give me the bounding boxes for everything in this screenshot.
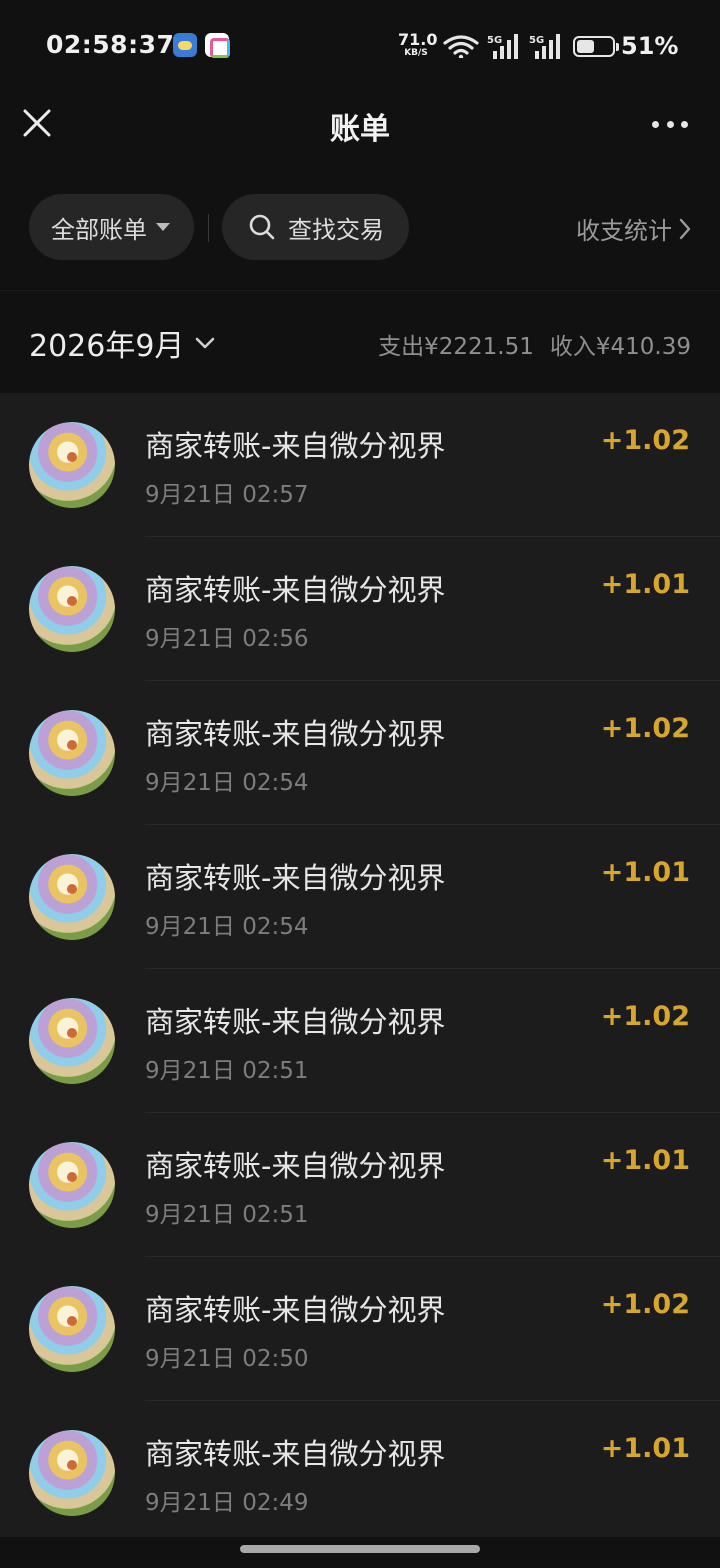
transaction-amount: +1.02 <box>600 425 690 456</box>
merchant-avatar <box>29 422 115 508</box>
status-time: 02:58:37 <box>46 30 175 59</box>
month-label: 2026年9月 <box>29 329 185 364</box>
all-bills-dropdown[interactable]: 全部账单 <box>29 194 194 260</box>
more-icon-dot <box>681 120 688 128</box>
income-expense-stats-link[interactable]: 收支统计 <box>576 211 692 246</box>
transaction-time: 9月21日 02:50 <box>145 1346 309 1372</box>
month-header: 2026年9月 支出¥2221.51 收入¥410.39 <box>0 290 720 393</box>
wifi-icon <box>443 35 479 58</box>
transaction-time: 9月21日 02:54 <box>145 770 309 796</box>
transaction-item[interactable]: 商家转账-来自微分视界 9月21日 02:51 +1.01 <box>0 1113 720 1257</box>
transaction-time: 9月21日 02:51 <box>145 1058 309 1084</box>
merchant-avatar <box>29 998 115 1084</box>
transaction-item[interactable]: 商家转账-来自微分视界 9月21日 02:57 +1.02 <box>0 393 720 537</box>
merchant-avatar <box>29 854 115 940</box>
month-selector[interactable]: 2026年9月 <box>29 321 216 365</box>
search-icon <box>249 214 275 240</box>
transaction-time: 9月21日 02:56 <box>145 626 309 652</box>
search-transactions-button[interactable]: 查找交易 <box>222 194 409 260</box>
transaction-list: 商家转账-来自微分视界 9月21日 02:57 +1.02 商家转账-来自微分视… <box>0 393 720 1537</box>
transaction-title: 商家转账-来自微分视界 <box>145 429 446 463</box>
merchant-avatar <box>29 710 115 796</box>
caret-down-icon <box>156 223 170 231</box>
month-summary: 支出¥2221.51 收入¥410.39 <box>378 327 691 361</box>
transaction-time: 9月21日 02:57 <box>145 482 309 508</box>
network-speed-value: 71.0 <box>398 30 438 49</box>
transaction-item[interactable]: 商家转账-来自微分视界 9月21日 02:50 +1.02 <box>0 1257 720 1401</box>
transaction-title: 商家转账-来自微分视界 <box>145 573 446 607</box>
status-bar: 02:58:37 71.0 KB/S 5G 5G 51% <box>0 0 720 92</box>
network-speed-unit: KB/S <box>404 48 428 58</box>
chevron-down-icon <box>196 337 215 349</box>
income-total: 收入¥410.39 <box>549 334 691 360</box>
transaction-amount: +1.01 <box>600 857 690 888</box>
home-indicator[interactable] <box>240 1545 480 1553</box>
transaction-title: 商家转账-来自微分视界 <box>145 1293 446 1327</box>
chevron-right-icon <box>679 218 691 239</box>
more-button[interactable] <box>652 114 688 134</box>
transaction-item[interactable]: 商家转账-来自微分视界 9月21日 02:54 +1.02 <box>0 681 720 825</box>
transaction-amount: +1.02 <box>600 1289 690 1320</box>
divider <box>208 214 209 242</box>
transaction-title: 商家转账-来自微分视界 <box>145 717 446 751</box>
more-icon-dot <box>652 120 659 128</box>
expense-total: 支出¥2221.51 <box>378 334 534 360</box>
battery-percent: 51% <box>621 32 679 60</box>
signal-1-label: 5G <box>487 35 502 46</box>
stats-label: 收支统计 <box>576 217 672 245</box>
page-title: 账单 <box>330 112 390 147</box>
battery-fill <box>577 40 594 53</box>
search-label: 查找交易 <box>288 215 384 244</box>
transaction-title: 商家转账-来自微分视界 <box>145 861 446 895</box>
signal-2-label: 5G <box>529 35 544 46</box>
transaction-time: 9月21日 02:54 <box>145 914 309 940</box>
transaction-amount: +1.01 <box>600 1433 690 1464</box>
transaction-amount: +1.01 <box>600 1145 690 1176</box>
transaction-amount: +1.02 <box>600 1001 690 1032</box>
transaction-title: 商家转账-来自微分视界 <box>145 1437 446 1471</box>
transaction-title: 商家转账-来自微分视界 <box>145 1005 446 1039</box>
cellular-signal-icon: 5G <box>529 34 560 59</box>
more-icon-dot <box>666 120 674 128</box>
battery-icon <box>573 36 619 57</box>
gallery-app-icon <box>205 33 230 58</box>
all-bills-label: 全部账单 <box>51 215 147 244</box>
transaction-amount: +1.02 <box>600 713 690 744</box>
filter-row: 全部账单 查找交易 收支统计 <box>0 194 720 262</box>
weather-app-icon <box>173 33 197 57</box>
transaction-time: 9月21日 02:51 <box>145 1202 309 1228</box>
transaction-item[interactable]: 商家转账-来自微分视界 9月21日 02:56 +1.01 <box>0 537 720 681</box>
cellular-signal-icon: 5G <box>487 34 518 59</box>
transaction-item[interactable]: 商家转账-来自微分视界 9月21日 02:49 +1.01 <box>0 1401 720 1545</box>
merchant-avatar <box>29 1430 115 1516</box>
transaction-amount: +1.01 <box>600 569 690 600</box>
transaction-item[interactable]: 商家转账-来自微分视界 9月21日 02:54 +1.01 <box>0 825 720 969</box>
transaction-item[interactable]: 商家转账-来自微分视界 9月21日 02:51 +1.02 <box>0 969 720 1113</box>
transaction-title: 商家转账-来自微分视界 <box>145 1149 446 1183</box>
merchant-avatar <box>29 1142 115 1228</box>
merchant-avatar <box>29 1286 115 1372</box>
merchant-avatar <box>29 566 115 652</box>
network-speed: 71.0 KB/S <box>398 30 438 58</box>
transaction-time: 9月21日 02:49 <box>145 1490 309 1516</box>
nav-bar: 账单 <box>0 92 720 156</box>
